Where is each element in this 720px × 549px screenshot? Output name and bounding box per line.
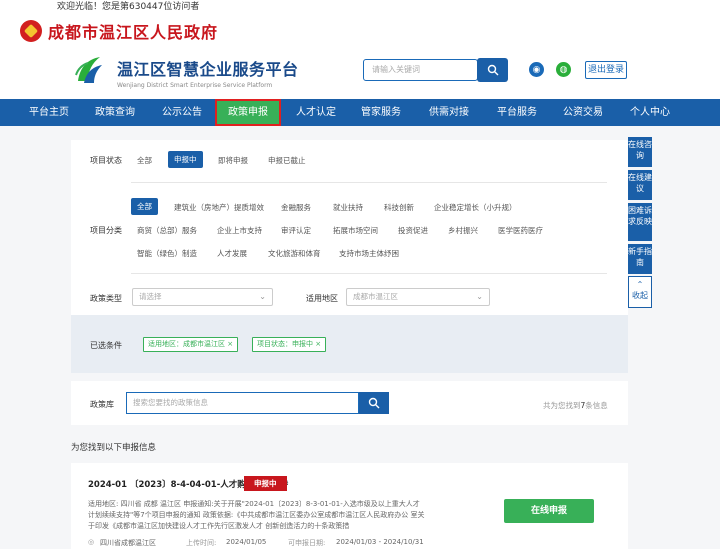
policy-search-button[interactable] (359, 392, 389, 414)
status-label: 项目状态 (90, 156, 122, 165)
chip-label: 适用地区：成都市温江区 (148, 340, 225, 348)
status-option-closed[interactable]: 申报已截止 (268, 155, 306, 166)
result-count: 共为您找到7条信息 (543, 400, 608, 411)
chevron-down-icon: ⌄ (259, 292, 266, 301)
category-label: 项目分类 (90, 226, 122, 235)
condition-chip[interactable]: 适用地区：成都市温江区 × (143, 337, 239, 352)
welcome-bar: 欢迎光临！您是第630447位访问者 (0, 0, 720, 14)
publish-label: 上传时间: (186, 539, 217, 547)
status-option-all[interactable]: 全部 (137, 155, 152, 166)
status-option-applying[interactable]: 申报中 (168, 151, 203, 168)
category-option[interactable]: 审评认定 (281, 225, 311, 236)
chip-label: 项目状态：申报中 (257, 340, 313, 348)
close-icon[interactable]: × (227, 340, 233, 348)
category-option[interactable]: 乡村振兴 (448, 225, 478, 236)
sidebar-difficulty-report[interactable]: 困难诉求反映 (628, 203, 652, 241)
category-option[interactable]: 文化旅游和体育 (268, 248, 321, 259)
selected-label: 已选条件 (90, 341, 122, 350)
logout-button[interactable]: 退出登录 (585, 61, 627, 79)
nav-item-supply-demand[interactable]: 供需对接 (422, 99, 476, 126)
category-option[interactable]: 建筑业（房地产）提质增效 (174, 202, 264, 213)
location-icon: ◎ (88, 538, 95, 546)
platform-logo-icon (75, 57, 102, 83)
platform-title: 温江区智慧企业服务平台 (117, 60, 299, 79)
selected-conditions: 已选条件 适用地区：成都市温江区 × 项目状态：申报中 × (71, 315, 628, 373)
main-nav: 平台主页 政策查询 公示公告 政策申报 人才认定 管家服务 供需对接 平台服务 … (0, 99, 720, 126)
divider (131, 182, 607, 183)
category-option[interactable]: 就业扶持 (333, 202, 363, 213)
weibo-icon[interactable]: ◉ (529, 62, 544, 77)
nav-item-policy-apply[interactable]: 政策申报 (215, 99, 281, 126)
apply-period: 2024/01/03 - 2024/10/31 (336, 538, 424, 546)
result-description: 适用地区: 四川省 成都 温江区 申报通知:关于开展"2024-01〔2023〕… (88, 500, 425, 530)
sidebar-guide[interactable]: 新手指南 (628, 244, 652, 274)
chevron-down-icon: ⌄ (476, 292, 483, 301)
gov-title: 成都市温江区人民政府 (48, 23, 219, 42)
policy-library-label: 政策库 (90, 400, 114, 409)
divider (131, 273, 607, 274)
condition-chip[interactable]: 项目状态：申报中 × (252, 337, 327, 352)
category-option[interactable]: 人才发展 (217, 248, 247, 259)
nav-item-talent[interactable]: 人才认定 (289, 99, 343, 126)
top-search-button[interactable] (477, 58, 508, 82)
period-label: 可申报日期: (288, 539, 326, 547)
category-option[interactable]: 商贸（总部）服务 (137, 225, 197, 236)
sidebar-online-consult[interactable]: 在线咨询 (628, 137, 652, 167)
sidebar-collapse-button[interactable]: ⌃ 收起 (628, 276, 652, 308)
result-location: 四川省成都温江区 (100, 539, 156, 547)
search-icon (368, 397, 380, 409)
nav-item-home[interactable]: 平台主页 (22, 99, 76, 126)
nav-item-personal[interactable]: 个人中心 (623, 99, 677, 126)
region-value: 成都市温江区 (353, 292, 398, 301)
close-icon[interactable]: × (315, 340, 321, 348)
status-badge: 申报中 (244, 476, 287, 491)
region-select[interactable]: 成都市温江区 ⌄ (346, 288, 490, 306)
policy-search-input[interactable]: 搜索您要找的政策信息 (126, 392, 359, 414)
policy-type-select[interactable]: 请选择 ⌄ (132, 288, 273, 306)
count-suffix: 条信息 (585, 401, 608, 410)
collapse-label: 收起 (632, 291, 648, 300)
status-option-upcoming[interactable]: 即将申报 (218, 155, 248, 166)
gov-header: 成都市温江区人民政府 (0, 14, 720, 48)
policy-type-placeholder: 请选择 (139, 292, 162, 301)
welcome-text: 欢迎光临！您是第630447位访问者 (57, 2, 200, 12)
policy-type-label: 政策类型 (90, 294, 122, 303)
nav-item-steward[interactable]: 管家服务 (354, 99, 408, 126)
brand-header: 温江区智慧企业服务平台 Wenjiang District Smart Ente… (0, 48, 720, 99)
wechat-icon[interactable]: ◍ (556, 62, 571, 77)
sidebar-online-suggest[interactable]: 在线建议 (628, 170, 652, 200)
result-card: 2024-01 〔2023〕8-4-04-01-人才购房补贴支持 申报中 适用地… (71, 463, 628, 549)
category-option[interactable]: 投资促进 (398, 225, 428, 236)
nav-item-public-trade[interactable]: 公资交易 (556, 99, 610, 126)
nav-item-announcements[interactable]: 公示公告 (155, 99, 209, 126)
category-option[interactable]: 医学医药医疗 (498, 225, 543, 236)
national-emblem-icon (20, 20, 42, 42)
category-option[interactable]: 企业上市支持 (217, 225, 262, 236)
publish-date: 2024/01/05 (226, 538, 267, 546)
category-option[interactable]: 金融服务 (281, 202, 311, 213)
category-option[interactable]: 支持市场主体纾困 (339, 248, 399, 259)
category-option[interactable]: 拓展市场空间 (333, 225, 378, 236)
top-search-input[interactable]: 请输入关键词 (363, 59, 478, 81)
found-heading: 为您找到以下申报信息 (71, 443, 157, 453)
category-option[interactable]: 全部 (131, 198, 158, 215)
platform-subtitle: Wenjiang District Smart Enterprise Servi… (117, 82, 273, 89)
nav-item-platform-service[interactable]: 平台服务 (490, 99, 544, 126)
count-prefix: 共为您找到 (543, 401, 581, 410)
category-option[interactable]: 企业稳定增长（小升规） (434, 202, 517, 213)
apply-online-button[interactable]: 在线申报 (504, 499, 594, 523)
nav-item-policy-query[interactable]: 政策查询 (88, 99, 142, 126)
chevron-up-icon: ⌃ (636, 280, 644, 289)
region-label: 适用地区 (306, 294, 338, 303)
category-option[interactable]: 科技创新 (384, 202, 414, 213)
filter-panel: 项目状态 全部 申报中 即将申报 申报已截止 项目分类 全部 建筑业（房地产）提… (71, 140, 628, 315)
search-icon (487, 64, 498, 76)
policy-search-panel: 政策库 搜索您要找的政策信息 共为您找到7条信息 (71, 381, 628, 425)
category-option[interactable]: 智能（绿色）制造 (137, 248, 197, 259)
